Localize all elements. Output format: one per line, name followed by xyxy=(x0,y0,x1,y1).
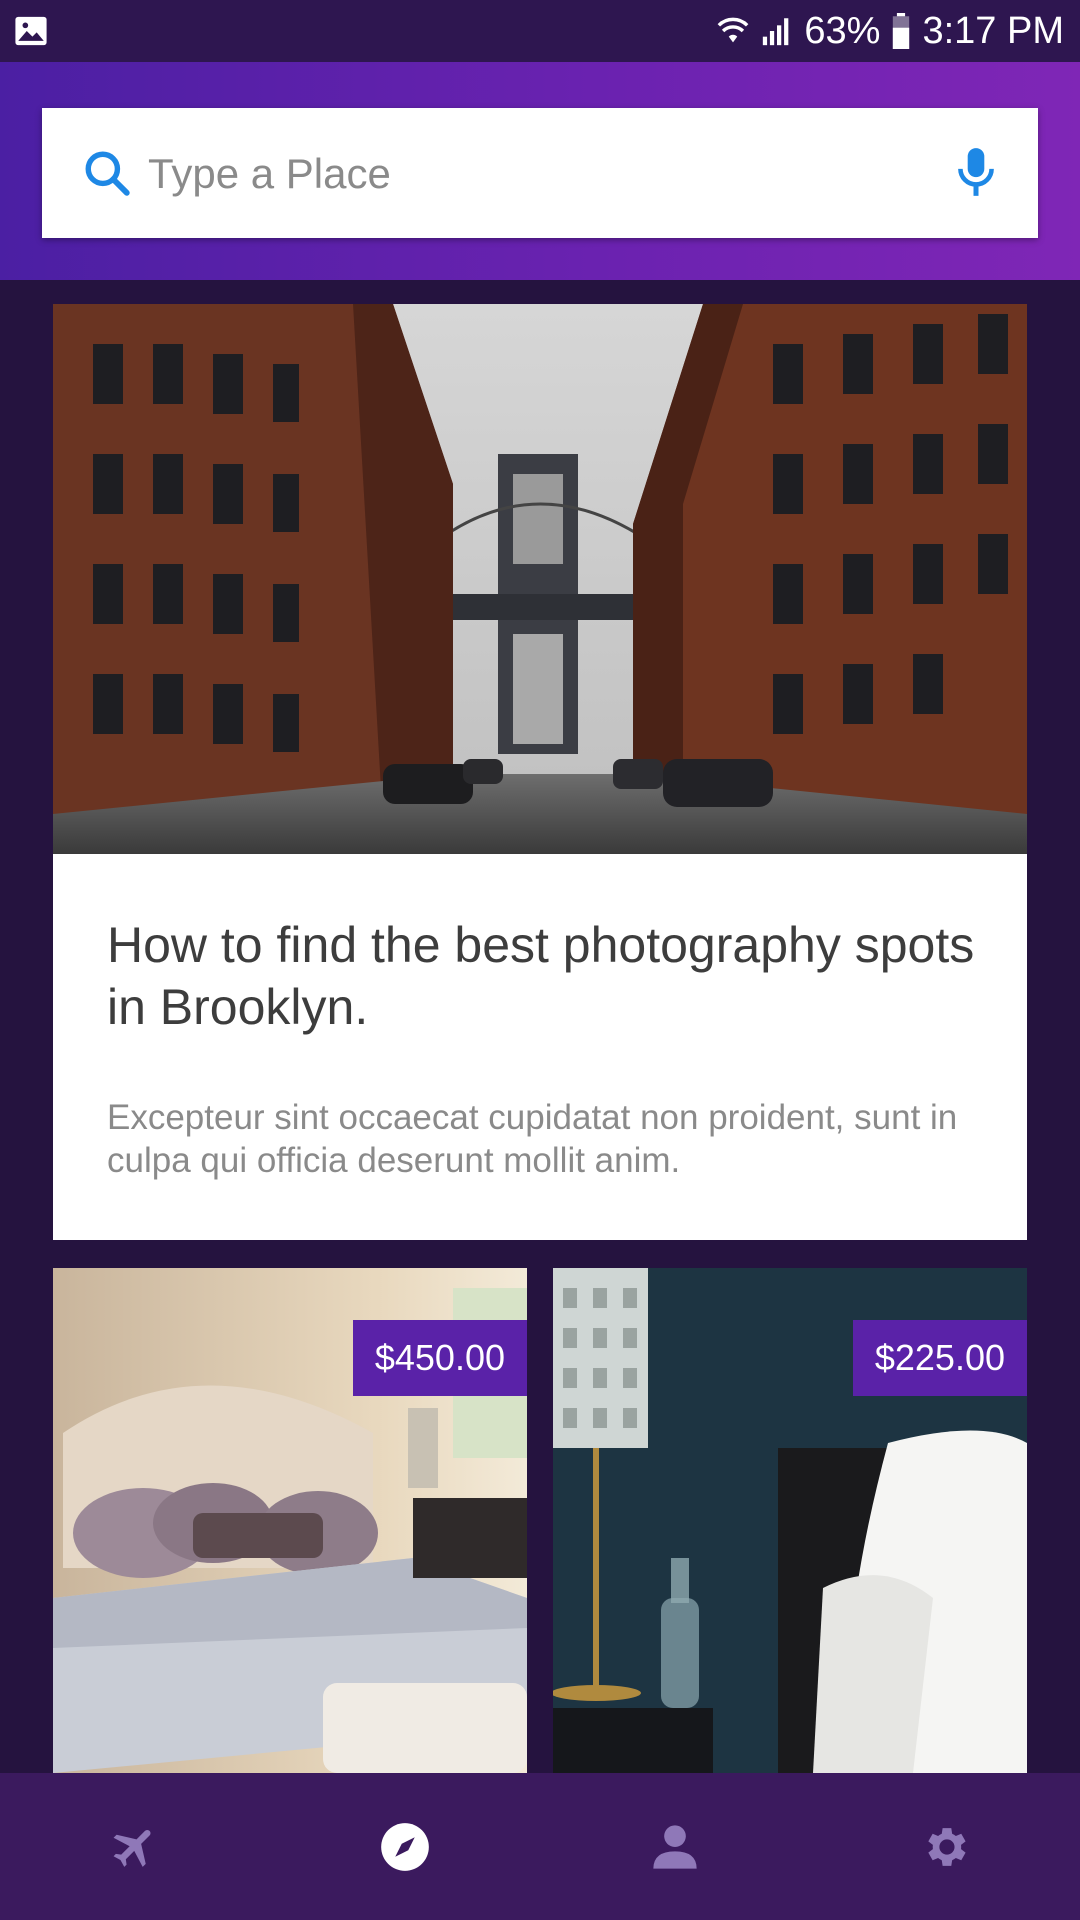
mic-icon[interactable] xyxy=(954,146,998,200)
nav-item-explore[interactable] xyxy=(270,1773,540,1920)
airplane-icon xyxy=(113,1829,151,1867)
battery-percent: 63% xyxy=(804,9,881,52)
price-badge: $450.00 xyxy=(352,1320,527,1396)
bottom-nav xyxy=(0,1773,1080,1920)
gear-icon xyxy=(928,1827,966,1866)
listing-card[interactable]: $225.00 xyxy=(553,1268,1027,1773)
nav-item-profile[interactable] xyxy=(540,1773,810,1920)
search-bar[interactable] xyxy=(42,108,1038,238)
search-input[interactable] xyxy=(146,138,950,210)
nav-item-flights[interactable] xyxy=(0,1773,270,1920)
wifi-icon xyxy=(718,17,749,43)
status-indicators: 63% 3:17 PM xyxy=(716,0,1064,62)
listing-card[interactable]: $450.00 xyxy=(53,1268,527,1773)
article-excerpt: Excepteur sint occaecat cupidatat non pr… xyxy=(107,1098,958,1180)
battery-icon xyxy=(893,13,910,49)
article-title: How to find the best photography spots i… xyxy=(107,917,975,1035)
article-image xyxy=(53,304,1027,854)
search-icon[interactable] xyxy=(82,148,132,198)
header xyxy=(0,62,1080,280)
price-badge: $225.00 xyxy=(852,1320,1027,1396)
clock: 3:17 PM xyxy=(922,9,1064,52)
compass-icon xyxy=(381,1822,429,1871)
nav-item-settings[interactable] xyxy=(810,1773,1080,1920)
article-card[interactable]: How to find the best photography spots i… xyxy=(53,304,1027,1240)
status-bar: 63% 3:17 PM xyxy=(0,0,1080,62)
person-icon xyxy=(653,1824,697,1869)
gallery-icon xyxy=(15,16,47,46)
signal-icon xyxy=(763,18,789,46)
